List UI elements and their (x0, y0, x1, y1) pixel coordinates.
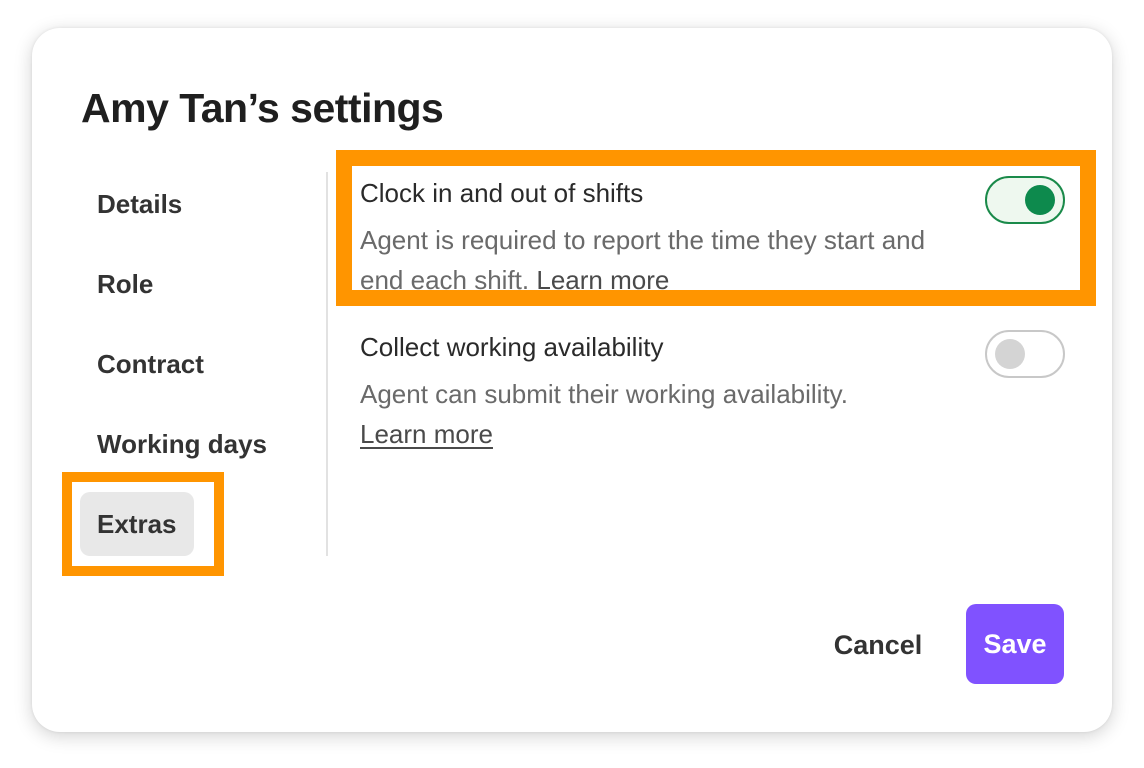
collect-availability-toggle[interactable] (985, 330, 1065, 378)
sidebar-item-role[interactable]: Role (80, 252, 170, 316)
sidebar-item-working-days[interactable]: Working days (80, 412, 284, 476)
cancel-button[interactable]: Cancel (818, 604, 938, 684)
dialog-title: Amy Tan’s settings (81, 85, 444, 131)
setting-title: Clock in and out of shifts (360, 178, 644, 208)
toggle-knob (995, 339, 1025, 369)
setting-title: Collect working availability (360, 332, 664, 362)
sidebar-item-extras[interactable]: Extras (80, 492, 194, 556)
learn-more-link[interactable]: Learn more (360, 419, 493, 449)
toggle-knob (1025, 185, 1055, 215)
sidebar-item-contract[interactable]: Contract (80, 332, 221, 396)
save-button[interactable]: Save (966, 604, 1064, 684)
clock-in-out-toggle[interactable] (985, 176, 1065, 224)
learn-more-link[interactable]: Learn more (536, 265, 669, 295)
setting-clock-in-out: Clock in and out of shifts Agent is requ… (360, 176, 1065, 296)
setting-collect-availability: Collect working availability Agent can s… (360, 330, 1065, 450)
setting-description: Agent can submit their working availabil… (360, 374, 960, 454)
setting-description: Agent is required to report the time the… (360, 220, 960, 300)
settings-dialog: Amy Tan’s settings Details Role Contract… (32, 28, 1112, 732)
sidebar-divider (326, 172, 328, 556)
setting-description-text: Agent can submit their working availabil… (360, 379, 848, 409)
sidebar-item-details[interactable]: Details (80, 172, 199, 236)
